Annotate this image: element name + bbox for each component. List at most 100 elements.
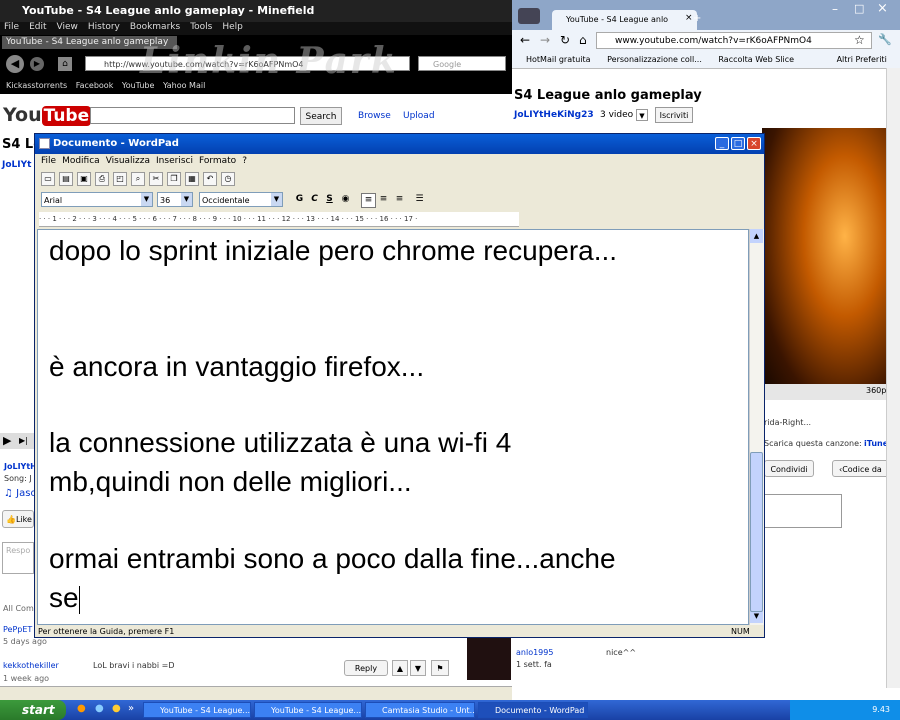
chrome-omnibox[interactable]: www.youtube.com/watch?v=rK6oAFPNmO4: [596, 32, 872, 49]
jaso-link[interactable]: ♫ Jaso: [4, 488, 37, 499]
response-box[interactable]: Respo: [2, 542, 34, 574]
itunes-link[interactable]: iTune: [864, 439, 888, 448]
side-channel[interactable]: JoLIYtH: [4, 462, 37, 471]
font-select[interactable]: Arial ▼: [41, 192, 153, 207]
home-icon[interactable]: ⌂: [579, 33, 587, 47]
video-player[interactable]: [762, 128, 900, 398]
upload-link[interactable]: Upload: [403, 111, 435, 121]
wordpad-ruler[interactable]: · · · 1 · · · 2 · · · 3 · · · 4 · · · 5 …: [39, 212, 519, 227]
bullets-icon[interactable]: ☰: [413, 193, 426, 206]
open-icon[interactable]: ▤: [59, 172, 73, 186]
print-icon[interactable]: ⎙: [95, 172, 109, 186]
menu-history[interactable]: History: [88, 22, 120, 32]
comment-textarea[interactable]: [764, 494, 842, 528]
chevron-down-icon[interactable]: ▼: [636, 109, 648, 121]
size-select[interactable]: 36 ▼: [157, 192, 193, 207]
play-icon[interactable]: ▶: [3, 434, 11, 447]
menu-formato[interactable]: Formato: [199, 156, 236, 166]
menu-help[interactable]: Help: [222, 22, 243, 32]
comment-user-pepe[interactable]: PePpET: [3, 625, 32, 634]
bold-button[interactable]: G: [293, 193, 306, 206]
menu-inserisci[interactable]: Inserisci: [156, 156, 193, 166]
datetime-icon[interactable]: ◷: [221, 172, 235, 186]
forward-icon[interactable]: →: [540, 33, 550, 47]
find-icon[interactable]: ⌕: [131, 172, 145, 186]
scroll-up-icon[interactable]: ▲: [750, 229, 763, 243]
reload-icon[interactable]: ↻: [560, 33, 570, 47]
color-icon[interactable]: ◉: [339, 193, 352, 206]
bookmark-webslice[interactable]: Raccolta Web Slice: [718, 55, 794, 64]
menu-edit[interactable]: Edit: [29, 22, 46, 32]
minimize-icon[interactable]: _: [715, 137, 729, 150]
menu-file[interactable]: File: [41, 156, 56, 166]
new-tab-icon[interactable]: +: [693, 13, 701, 24]
bookmark-yahoo[interactable]: Yahoo Mail: [163, 81, 205, 90]
menu-bookmarks[interactable]: Bookmarks: [130, 22, 180, 32]
back-icon[interactable]: ◀: [6, 55, 24, 73]
chrome-channel-link[interactable]: JoLIYtHeKiNg23: [514, 110, 594, 120]
task-firefox[interactable]: YouTube - S4 League...: [143, 702, 251, 718]
chevron-down-icon[interactable]: ▼: [271, 193, 282, 206]
firefox-hscroll[interactable]: [0, 686, 512, 700]
next-icon[interactable]: ▶|: [19, 436, 28, 445]
menu-help[interactable]: ?: [242, 156, 247, 166]
menu-view[interactable]: View: [57, 22, 78, 32]
flag-icon[interactable]: ⚑: [431, 660, 449, 676]
maximize-icon[interactable]: □: [731, 137, 745, 150]
paste-icon[interactable]: ▦: [185, 172, 199, 186]
task-camtasia[interactable]: Camtasia Studio - Unt...: [365, 702, 475, 718]
video-controls[interactable]: 360p: [762, 384, 900, 400]
channel-link[interactable]: JoLIYt: [2, 160, 31, 170]
wordpad-scroll-thumb[interactable]: [750, 452, 763, 612]
ie-quicklaunch-icon[interactable]: ●: [95, 703, 104, 714]
bookmark-youtube[interactable]: YouTube: [122, 81, 155, 90]
chrome-comment-user[interactable]: anlo1995: [516, 648, 553, 657]
menu-tools[interactable]: Tools: [190, 22, 212, 32]
start-button[interactable]: start: [0, 700, 66, 720]
reply-button[interactable]: Reply: [344, 660, 388, 676]
underline-button[interactable]: S: [323, 193, 336, 206]
bookmark-altri[interactable]: Altri Preferiti: [837, 55, 887, 64]
firefox-quicklaunch-icon[interactable]: ●: [77, 703, 86, 714]
forward-icon[interactable]: ▶: [30, 57, 44, 71]
chrome-scrollbar[interactable]: [886, 68, 900, 688]
wrench-icon[interactable]: 🔧: [878, 33, 892, 46]
undo-icon[interactable]: ↶: [203, 172, 217, 186]
thumb-down-icon[interactable]: ▼: [410, 660, 426, 676]
align-center-icon[interactable]: ≡: [377, 193, 390, 206]
chevron-down-icon[interactable]: ▼: [141, 193, 152, 206]
clock[interactable]: 9.43: [872, 705, 890, 714]
chevron-down-icon[interactable]: ▼: [181, 193, 192, 206]
document-area[interactable]: dopo lo sprint iniziale pero chrome recu…: [37, 229, 749, 625]
save-icon[interactable]: ▣: [77, 172, 91, 186]
tab-close-icon[interactable]: ×: [685, 13, 693, 23]
comment-user-kekko[interactable]: kekkothekiller: [3, 661, 59, 670]
maximize-icon[interactable]: □: [854, 2, 864, 15]
close-icon[interactable]: ×: [877, 1, 888, 16]
new-doc-icon[interactable]: ▭: [41, 172, 55, 186]
home-icon[interactable]: ⌂: [58, 57, 72, 71]
thumb-up-icon[interactable]: ▲: [392, 660, 408, 676]
menu-modifica[interactable]: Modifica: [62, 156, 100, 166]
align-right-icon[interactable]: ≡: [393, 193, 406, 206]
menu-file[interactable]: File: [4, 22, 19, 32]
close-icon[interactable]: ×: [747, 137, 761, 150]
browse-link[interactable]: Browse: [358, 111, 391, 121]
youtube-search-input[interactable]: [90, 107, 295, 124]
italic-button[interactable]: C: [308, 193, 321, 206]
bookmark-facebook[interactable]: Facebook: [76, 81, 114, 90]
chrome-tab[interactable]: YouTube - S4 League anlo: [552, 10, 697, 30]
quality-label[interactable]: 360p: [866, 386, 886, 395]
menu-visualizza[interactable]: Visualizza: [106, 156, 150, 166]
copy-icon[interactable]: ❐: [167, 172, 181, 186]
task-wordpad[interactable]: Documento - WordPad: [478, 702, 588, 718]
back-icon[interactable]: ←: [520, 33, 530, 47]
script-select[interactable]: Occidentale ▼: [199, 192, 283, 207]
bookmark-personalizzazione[interactable]: Personalizzazione coll...: [607, 55, 702, 64]
like-button[interactable]: 👍Like: [2, 510, 34, 528]
youtube-logo[interactable]: You Tube: [3, 104, 92, 128]
print-preview-icon[interactable]: ◰: [113, 172, 127, 186]
align-left-icon[interactable]: ≡: [361, 193, 376, 208]
cut-icon[interactable]: ✂: [149, 172, 163, 186]
chrome-quicklaunch-icon[interactable]: ●: [112, 703, 121, 714]
